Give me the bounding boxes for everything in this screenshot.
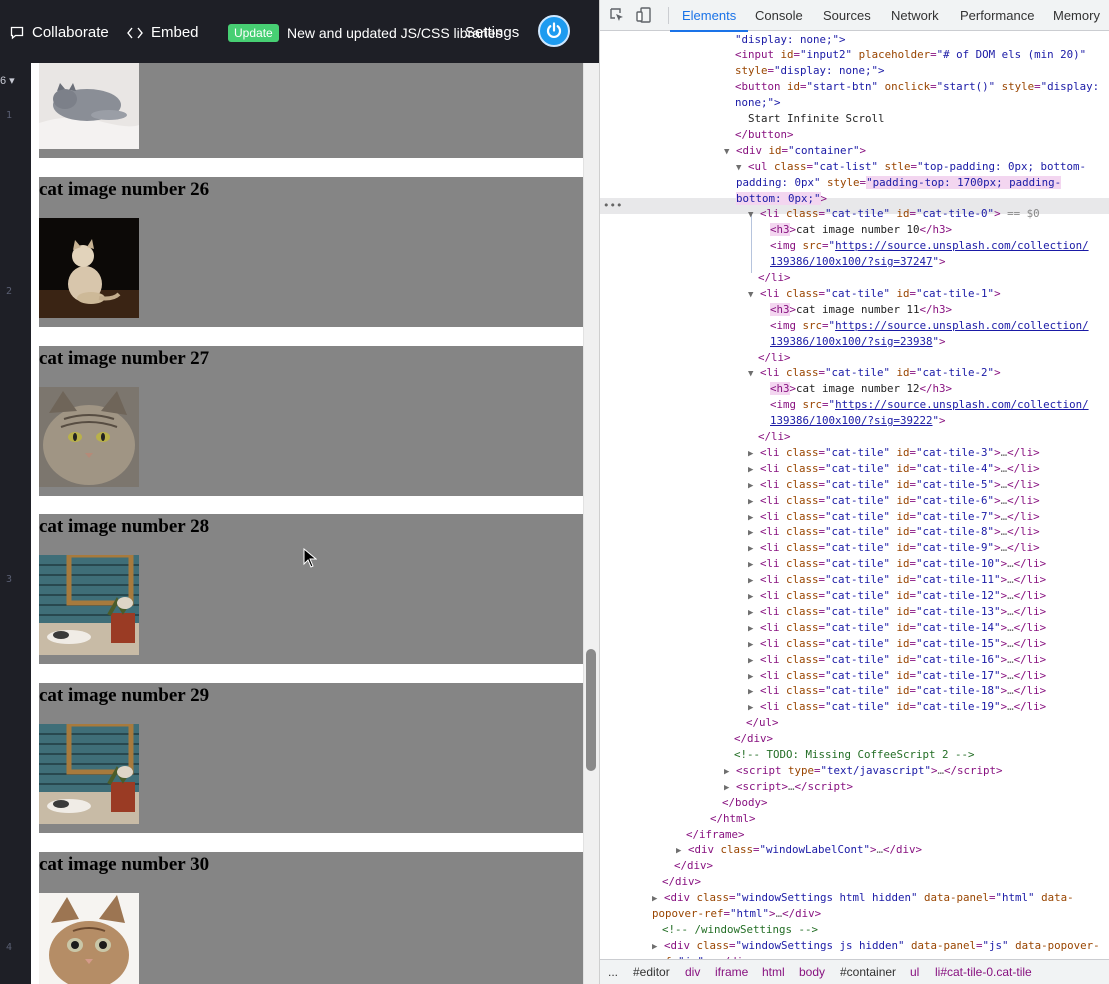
inspect-element-icon[interactable] <box>609 7 625 23</box>
collaborate-label: Collaborate <box>32 24 109 41</box>
dom-node-row[interactable]: <h3>cat image number 11</h3> <box>770 302 952 318</box>
breadcrumb-item[interactable]: iframe <box>715 960 748 984</box>
devtools-panel: Elements Console Sources Network Perform… <box>599 0 1109 984</box>
dom-node-row[interactable]: <img src="https://source.unsplash.com/co… <box>770 318 1089 334</box>
editor-gutter: 6 ▾ 1 2 3 4 <box>0 63 31 984</box>
dom-text-row[interactable]: style="display: none;"> <box>735 63 885 79</box>
settings-button[interactable]: Settings <box>465 24 519 41</box>
dom-text-row[interactable]: 139386/100x100/?sig=23938"> <box>770 334 946 350</box>
dom-node-row[interactable]: <button id="start-btn" onclick="start()"… <box>735 79 1099 95</box>
settings-label: Settings <box>465 24 520 41</box>
dom-node-row[interactable]: ▶ <li class="cat-tile" id="cat-tile-19">… <box>748 699 1046 717</box>
preview-scrollbar-track[interactable] <box>583 63 599 984</box>
dom-text-row[interactable]: Start Infinite Scroll <box>748 111 885 127</box>
cat-tile: cat image number 28 <box>39 514 583 664</box>
breadcrumb-item[interactable]: ul <box>910 960 919 984</box>
dom-node-row[interactable]: </button> <box>735 127 794 143</box>
embed-label: Embed <box>151 24 199 41</box>
dom-text-row[interactable]: popover-ref="html">…</div> <box>652 906 821 922</box>
dom-node-row[interactable]: </div> <box>662 874 701 890</box>
dom-node-row[interactable]: </li> <box>758 429 791 445</box>
dom-node-row[interactable]: </div> <box>674 858 713 874</box>
cat-image <box>39 218 139 318</box>
dom-text-row[interactable]: "display: none;"> <box>735 32 846 48</box>
cat-tile: cat image number 30 <box>39 852 583 984</box>
dom-node-row[interactable]: <input id="input2" placeholder="# of DOM… <box>735 47 1086 63</box>
dom-node-row[interactable]: <h3>cat image number 12</h3> <box>770 381 952 397</box>
codepen-pane: Collaborate Embed Update New and updated… <box>0 0 599 984</box>
row-actions-ellipsis[interactable]: ••• <box>603 198 623 214</box>
dom-text-row[interactable]: bottom: 0px;"> <box>736 191 827 207</box>
dom-text-row[interactable]: 139386/100x100/?sig=39222"> <box>770 413 946 429</box>
tab-memory[interactable]: Memory <box>1051 0 1102 31</box>
cat-tile: cat image number 27 <box>39 346 583 496</box>
cat-tile <box>39 63 583 158</box>
dom-text-row[interactable]: none;"> <box>735 95 781 111</box>
dom-node-row[interactable]: </li> <box>758 270 791 286</box>
power-button[interactable] <box>538 15 570 47</box>
cat-image <box>39 893 139 984</box>
dom-node-row[interactable]: </iframe> <box>686 827 745 843</box>
tab-console[interactable]: Console <box>753 0 805 31</box>
dom-comment-row[interactable]: <!-- TODO: Missing CoffeeScript 2 --> <box>734 747 975 763</box>
cat-tile: cat image number 26 <box>39 177 583 327</box>
preview-scrollbar-thumb[interactable] <box>586 649 596 771</box>
tab-performance[interactable]: Performance <box>958 0 1036 31</box>
breadcrumb-item[interactable]: li#cat-tile-0.cat-tile <box>935 960 1032 984</box>
gutter-line-number: 4 <box>6 942 13 953</box>
codepen-header: Collaborate Embed Update New and updated… <box>0 0 599 63</box>
devtools-tabbar: Elements Console Sources Network Perform… <box>600 0 1109 32</box>
gutter-line-number: 2 <box>6 286 13 297</box>
update-badge[interactable]: Update <box>228 24 279 42</box>
dom-node-row[interactable]: <img src="https://source.unsplash.com/co… <box>770 397 1089 413</box>
cat-image <box>39 555 139 655</box>
mouse-cursor-icon <box>303 548 317 568</box>
cat-tile-title: cat image number 28 <box>39 516 210 537</box>
dom-node-row[interactable]: </body> <box>722 795 768 811</box>
result-preview[interactable]: cat image number 26 cat image number 27 … <box>31 63 599 984</box>
embed-button[interactable]: Embed <box>127 24 199 41</box>
code-brackets-icon <box>127 27 143 38</box>
cat-tile-title: cat image number 30 <box>39 854 210 875</box>
dom-node-row[interactable]: </html> <box>710 811 756 827</box>
dom-node-row[interactable]: <h3>cat image number 10</h3> <box>770 222 952 238</box>
cat-tile-title: cat image number 29 <box>39 685 210 706</box>
dom-node-row[interactable]: </div> <box>734 731 773 747</box>
breadcrumb-item[interactable]: div <box>685 960 700 984</box>
cat-image <box>39 724 139 824</box>
power-icon <box>546 22 562 38</box>
dom-node-row[interactable]: <img src="https://source.unsplash.com/co… <box>770 238 1089 254</box>
gutter-dropdown[interactable]: 6 ▾ <box>0 74 15 87</box>
tab-elements[interactable]: Elements <box>669 0 749 32</box>
dom-node-row[interactable]: </li> <box>758 350 791 366</box>
device-toolbar-icon[interactable] <box>636 7 652 23</box>
dom-comment-row[interactable]: <!-- /windowSettings --> <box>662 922 818 938</box>
gutter-line-number: 3 <box>6 574 13 585</box>
cat-tile: cat image number 29 <box>39 683 583 833</box>
cat-tile-title: cat image number 27 <box>39 348 210 369</box>
breadcrumb-item[interactable]: ... <box>608 960 618 984</box>
dom-node-row[interactable]: </ul> <box>746 715 779 731</box>
tab-network[interactable]: Network <box>889 0 941 31</box>
collaborate-button[interactable]: Collaborate <box>10 24 109 41</box>
dom-text-row[interactable]: padding: 0px" style="padding-top: 1700px… <box>736 175 1062 191</box>
tab-sources[interactable]: Sources <box>821 0 873 31</box>
breadcrumb-item[interactable]: html <box>762 960 785 984</box>
cat-image <box>39 387 139 487</box>
gutter-line-number: 1 <box>6 110 13 121</box>
breadcrumb-item[interactable]: #container <box>840 960 896 984</box>
dom-text-row[interactable]: 139386/100x100/?sig=37247"> <box>770 254 946 270</box>
dom-breadcrumb: ... #editor div iframe html body #contai… <box>600 959 1109 984</box>
toolbar-separator <box>668 7 669 24</box>
breadcrumb-item[interactable]: body <box>799 960 825 984</box>
chat-bubble-icon <box>10 26 24 39</box>
dom-tree[interactable]: ••• "display: none;"> <input id="input2" … <box>600 31 1109 959</box>
cat-image <box>39 63 139 149</box>
cat-tile-title: cat image number 26 <box>39 179 210 200</box>
breadcrumb-item[interactable]: #editor <box>633 960 670 984</box>
